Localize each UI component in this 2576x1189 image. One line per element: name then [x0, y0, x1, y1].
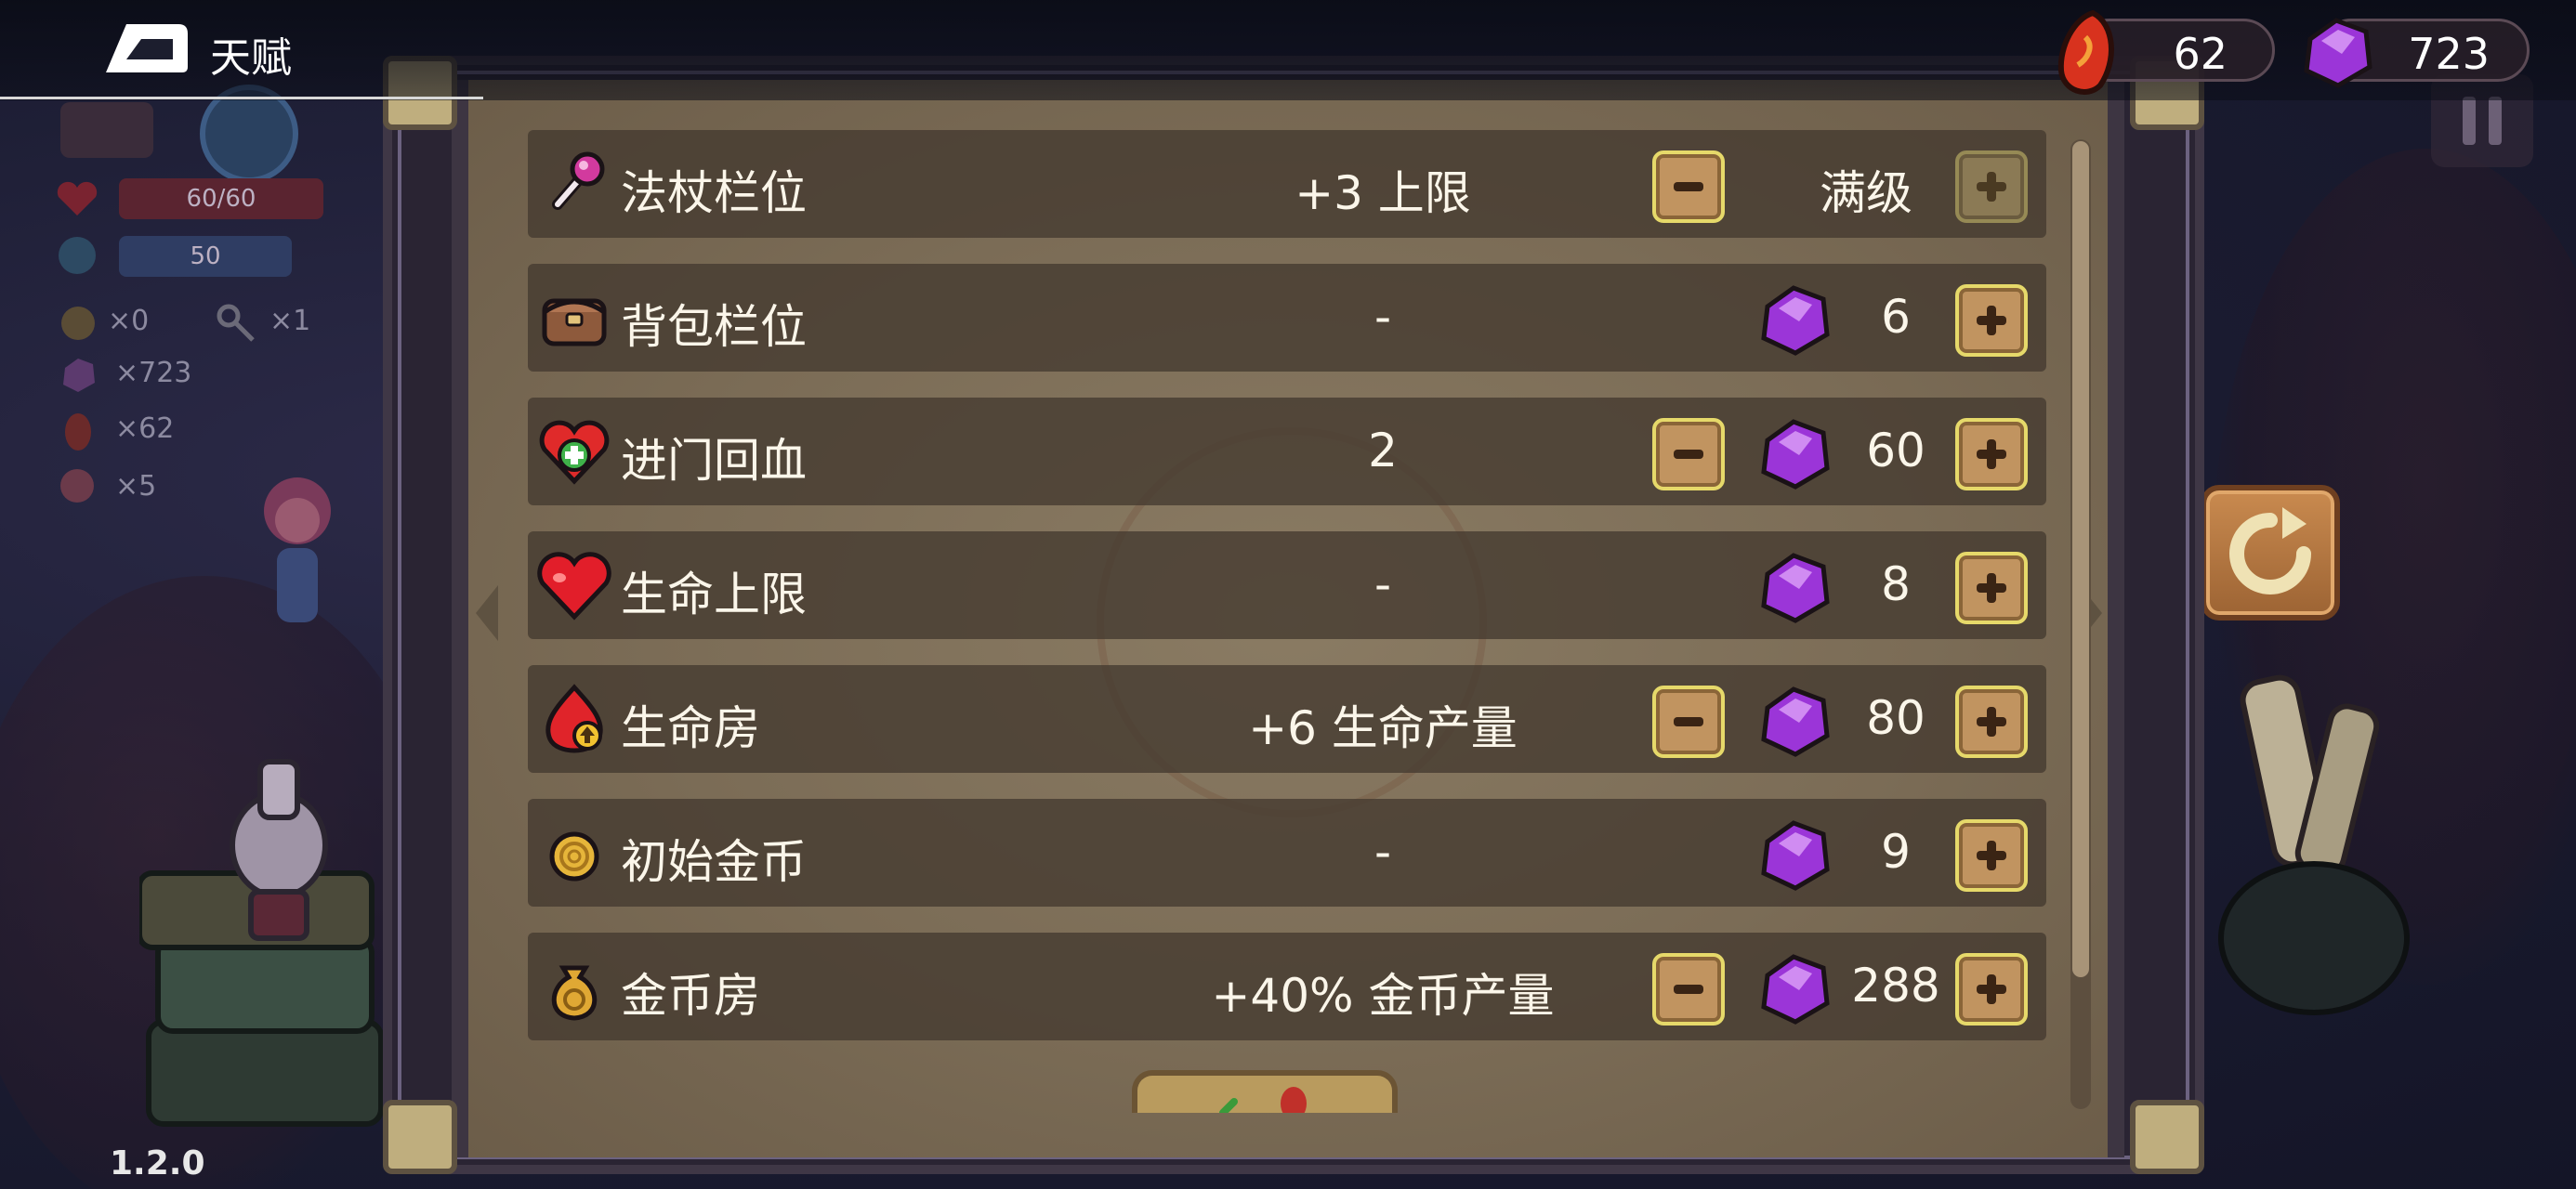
player-character — [264, 477, 331, 622]
plus-icon — [1977, 707, 2006, 737]
red-crystal-value: 62 — [2173, 29, 2228, 79]
life-room-icon — [545, 684, 603, 753]
talent-effect: - — [1373, 825, 1392, 879]
refresh-icon — [2229, 507, 2311, 594]
back-arrow-icon — [106, 24, 188, 72]
frame-left-arrow — [476, 585, 498, 641]
talent-cost: 288 — [1851, 959, 1940, 1013]
talent-row-gold-room: 金币房 +40% 金币产量 288 — [528, 933, 2046, 1040]
talent-effect: - — [1373, 557, 1392, 611]
max-level-label: 满级 — [1820, 166, 1912, 220]
talent-row-starting-gold: 初始金币 - 9 — [528, 799, 2046, 907]
talent-row-door-heal: 进门回血 2 60 — [528, 398, 2046, 505]
minus-icon — [1674, 182, 1703, 191]
talent-row-backpack-slots: 背包栏位 - 6 — [528, 264, 2046, 372]
purple-gem-icon — [1761, 553, 1830, 623]
purple-gem-icon — [1761, 419, 1830, 490]
version-label: 1.2.0 — [110, 1144, 205, 1182]
flower-count: ×5 — [115, 470, 157, 503]
coin-icon — [61, 307, 95, 340]
plus-icon — [1977, 306, 2006, 335]
key-count: ×1 — [269, 305, 311, 337]
hp-heart-icon — [57, 181, 98, 216]
talent-cost: 8 — [1881, 557, 1911, 611]
talent-name: 初始金币 — [621, 835, 807, 889]
talent-effect: +40% 金币产量 — [1211, 969, 1555, 1023]
wand-icon — [552, 151, 605, 210]
chest-icon — [60, 102, 153, 158]
minus-icon — [1674, 717, 1703, 726]
purple-gem-icon — [2304, 18, 2372, 88]
heart-plus-icon — [539, 420, 610, 485]
confirm-button-icon — [1219, 1087, 1307, 1113]
plus-icon — [1977, 439, 2006, 469]
purple-gem-value: 723 — [2408, 29, 2490, 79]
confirm-button[interactable] — [1132, 1070, 1398, 1113]
talent-effect: +6 生命产量 — [1248, 701, 1518, 755]
talent-effect: +3 上限 — [1295, 166, 1471, 220]
coin-count: ×0 — [108, 305, 150, 337]
talent-effect: 2 — [1368, 424, 1398, 477]
coin-icon — [549, 831, 599, 882]
talent-name: 金币房 — [621, 969, 760, 1023]
page-title: 天赋 — [210, 34, 292, 82]
red-crystal-icon — [65, 413, 91, 451]
talent-name: 进门回血 — [621, 434, 807, 488]
talent-row-max-hp: 生命上限 - 8 — [528, 531, 2046, 639]
talent-name: 生命上限 — [621, 568, 807, 621]
increase-button[interactable] — [1955, 953, 2028, 1026]
scrolls-pot-decoration — [2218, 674, 2410, 1015]
mana-bar: 50 — [119, 236, 292, 277]
increase-button[interactable] — [1955, 552, 2028, 624]
talent-row-wand-slots: 法杖栏位 +3 上限 满级 — [528, 130, 2046, 238]
flower-icon — [60, 469, 94, 503]
talent-name: 背包栏位 — [621, 300, 807, 354]
purple-gem-icon — [1761, 285, 1830, 356]
plus-icon — [1977, 974, 2006, 1004]
talent-list-scroll-thumb[interactable] — [2072, 141, 2089, 977]
minus-icon — [1674, 985, 1703, 994]
gem-count: ×723 — [115, 357, 192, 389]
purple-gem-icon — [1761, 686, 1830, 757]
back-button[interactable] — [100, 19, 193, 78]
purple-gem-icon — [63, 359, 95, 392]
frame-corner-bottom-left — [383, 1100, 457, 1174]
talent-cost: 6 — [1881, 290, 1911, 344]
heart-icon — [537, 552, 611, 621]
top-bar-divider — [0, 97, 483, 99]
minus-icon — [1674, 450, 1703, 459]
decrease-button[interactable] — [1652, 953, 1725, 1026]
decrease-button[interactable] — [1652, 418, 1725, 490]
mana-orb-icon — [59, 237, 96, 274]
red-crystal-icon — [2057, 9, 2114, 95]
talent-name: 生命房 — [621, 701, 760, 755]
talent-cost: 60 — [1866, 424, 1925, 477]
decrease-button[interactable] — [1652, 686, 1725, 758]
increase-button[interactable] — [1955, 284, 2028, 357]
talent-row-life-room: 生命房 +6 生命产量 80 — [528, 665, 2046, 773]
increase-button[interactable] — [1955, 418, 2028, 490]
talent-name: 法杖栏位 — [621, 166, 807, 220]
talent-cost: 80 — [1866, 691, 1925, 745]
increase-button[interactable] — [1955, 686, 2028, 758]
plus-icon — [1977, 172, 2006, 202]
backpack-icon — [542, 298, 607, 346]
talent-effect: - — [1373, 290, 1392, 344]
increase-button[interactable] — [1955, 150, 2028, 223]
purple-gem-icon — [1761, 954, 1830, 1025]
key-icon — [217, 304, 255, 342]
frame-corner-bottom-right — [2130, 1100, 2204, 1174]
increase-button[interactable] — [1955, 819, 2028, 892]
talent-cost: 9 — [1881, 825, 1911, 879]
plus-icon — [1977, 573, 2006, 603]
decrease-button[interactable] — [1652, 150, 1725, 223]
plus-icon — [1977, 841, 2006, 870]
game-screen: 60/60 50 ×0 ×1 ×723 ×62 ×5 法杖栏位 +3 上限 满级… — [0, 0, 2576, 1189]
money-bag-icon — [551, 965, 598, 1021]
hp-bar: 60/60 — [119, 178, 323, 219]
lamp-decoration — [230, 759, 328, 941]
red-crystal-count: ×62 — [115, 412, 175, 445]
reset-talents-button[interactable] — [2201, 485, 2340, 621]
purple-gem-icon — [1761, 820, 1830, 891]
